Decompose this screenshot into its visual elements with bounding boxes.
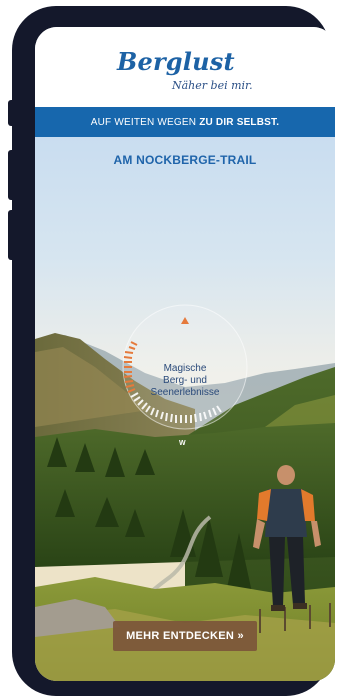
dial-caption-line-1: Magische <box>163 363 207 374</box>
brand-slogan: Näher bei mir. <box>172 79 253 92</box>
tagline-emphasis: ZU DIR SELBST. <box>199 116 280 128</box>
hero-title: AM NOCKBERGE-TRAIL <box>113 153 257 167</box>
discover-more-button[interactable]: MEHR ENTDECKEN » <box>113 621 257 651</box>
tagline-lead: AUF WEITEN WEGEN <box>90 116 197 128</box>
phone-side-button-low <box>8 210 14 260</box>
dial-direction-label: W <box>179 440 186 447</box>
hero-section: AM NOCKBERGE-TRAIL Magische Berg- und Se… <box>35 137 335 681</box>
dial-caption-line-2: Berg- und <box>163 375 207 386</box>
dial-caption: Magische Berg- und Seenerlebnisse <box>115 363 255 399</box>
brand-logo[interactable]: Berglust <box>117 47 235 76</box>
phone-side-button-top <box>8 100 14 126</box>
phone-screen: Berglust Näher bei mir. AUF WEITEN WEGEN… <box>35 27 335 681</box>
dial-caption-line-3: Seenerlebnisse <box>150 387 220 398</box>
phone-side-button-mid <box>8 150 14 200</box>
tagline-bar: AUF WEITEN WEGEN ZU DIR SELBST. <box>35 107 335 137</box>
header: Berglust Näher bei mir. <box>35 27 335 107</box>
